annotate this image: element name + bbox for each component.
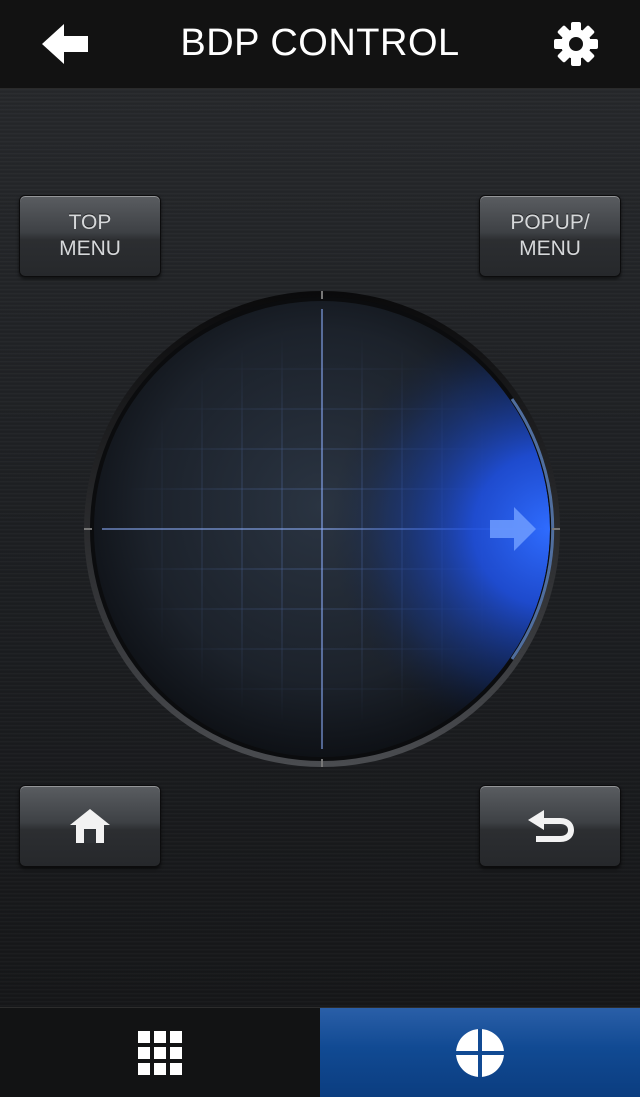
top-menu-label-line2: MENU: [59, 237, 121, 260]
top-menu-button[interactable]: TOP MENU: [19, 195, 161, 277]
grid-icon: [138, 1030, 182, 1075]
popup-menu-label-line1: POPUP/: [510, 211, 590, 234]
crosshair-icon: [456, 1028, 504, 1077]
top-menu-label-line1: TOP: [68, 211, 112, 234]
remote-panel: TOP MENU POPUP/ MENU: [0, 89, 640, 1007]
popup-menu-button[interactable]: POPUP/ MENU: [479, 195, 621, 277]
settings-button[interactable]: [548, 18, 604, 70]
page-title: BDP CONTROL: [180, 22, 460, 64]
home-icon: [70, 809, 110, 843]
tab-keypad[interactable]: [0, 1008, 320, 1097]
tab-touchpad[interactable]: [320, 1008, 640, 1097]
gear-icon: [554, 22, 598, 66]
return-button[interactable]: [479, 785, 621, 867]
header-bar: BDP CONTROL: [0, 0, 640, 89]
popup-menu-label-line2: MENU: [519, 237, 581, 260]
tab-bar: [0, 1007, 640, 1097]
touchpad[interactable]: [82, 289, 562, 769]
home-button[interactable]: [19, 785, 161, 867]
return-icon: [528, 810, 574, 842]
touchpad-surface[interactable]: [82, 289, 562, 769]
